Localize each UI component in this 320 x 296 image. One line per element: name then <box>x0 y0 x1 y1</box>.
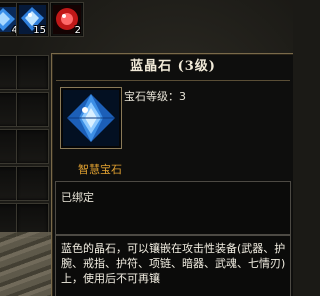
description-section: 蓝色的晶石，可以镶嵌在攻击性装备(武器、护腕、戒指、护符、项链、暗器、武魂、七情… <box>55 235 291 296</box>
gem-type: 智慧宝石 <box>78 163 122 176</box>
game-screen: 4 15 2 蓝晶石 (3级) 宝石等级：3 智慧宝石 已绑定 蓝色的晶石，可以… <box>0 0 293 296</box>
divider <box>56 80 290 81</box>
inventory-slot[interactable] <box>16 92 49 127</box>
inventory-slot[interactable]: 2 <box>50 2 84 37</box>
item-count: 15 <box>33 25 46 36</box>
inventory-slot[interactable] <box>16 55 49 90</box>
bound-section: 已绑定 <box>55 181 291 235</box>
inventory-slot[interactable] <box>16 166 49 201</box>
item-count: 2 <box>74 25 81 36</box>
gem-icon-frame <box>60 87 122 149</box>
gem-level: 宝石等级：3 <box>124 90 186 103</box>
inventory-slot[interactable]: 15 <box>16 2 49 37</box>
blue-crystal-icon <box>63 90 119 146</box>
bound-status: 已绑定 <box>61 191 94 204</box>
item-description: 蓝色的晶石，可以镶嵌在攻击性装备(武器、护腕、戒指、护符、项链、暗器、武魂、七情… <box>61 242 286 285</box>
item-tooltip: 蓝晶石 (3级) 宝石等级：3 智慧宝石 已绑定 蓝色的晶石，可以镶嵌在攻击性装… <box>51 53 293 296</box>
inventory-slot[interactable] <box>16 129 49 164</box>
scene-floor <box>0 232 52 296</box>
item-title: 蓝晶石 (3级) <box>130 59 216 74</box>
